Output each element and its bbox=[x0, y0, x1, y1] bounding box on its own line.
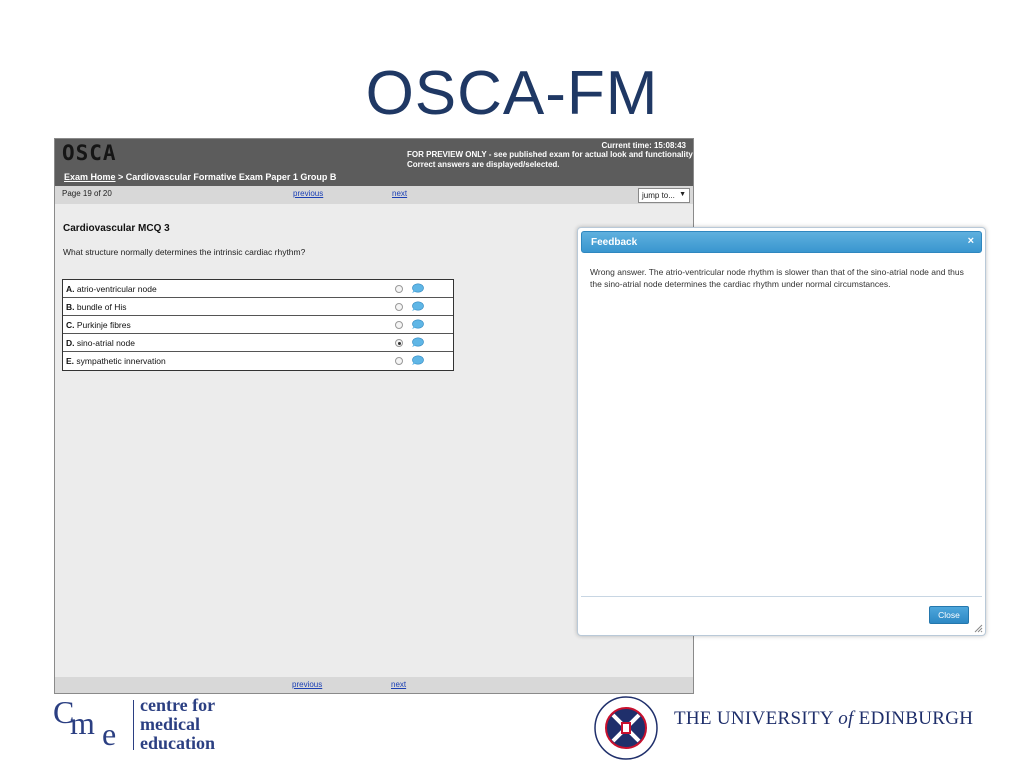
breadcrumb-path: > Cardiovascular Formative Exam Paper 1 … bbox=[118, 172, 337, 182]
next-link[interactable]: next bbox=[392, 189, 407, 198]
previous-link-bottom[interactable]: previous bbox=[292, 680, 322, 689]
question-text: What structure normally determines the i… bbox=[63, 247, 306, 257]
answer-radio[interactable] bbox=[395, 321, 403, 329]
cme-logo-divider bbox=[133, 700, 134, 750]
answer-letter: A. bbox=[66, 284, 75, 294]
feedback-bubble-icon[interactable] bbox=[411, 337, 424, 348]
answer-row[interactable]: D. sino-atrial node bbox=[63, 334, 453, 352]
feedback-bubble-icon[interactable] bbox=[411, 355, 424, 366]
question-title: Cardiovascular MCQ 3 bbox=[63, 223, 170, 234]
answer-letter: E. bbox=[66, 356, 75, 366]
answer-row[interactable]: B. bundle of His bbox=[63, 298, 453, 316]
uoe-name-pre: THE UNIVERSITY bbox=[674, 708, 839, 729]
answer-radio[interactable] bbox=[395, 285, 403, 293]
dialog-divider bbox=[581, 596, 982, 597]
answer-text: sympathetic innervation bbox=[76, 356, 166, 366]
uoe-name-post: EDINBURGH bbox=[853, 708, 974, 729]
answer-row[interactable]: A. atrio-ventricular node bbox=[63, 280, 453, 298]
answer-text: atrio-ventricular node bbox=[76, 284, 157, 294]
bottom-nav-bar: previous next bbox=[55, 677, 693, 693]
answer-text: bundle of His bbox=[76, 302, 127, 312]
uoe-name-of: of bbox=[838, 708, 854, 729]
dialog-titlebar[interactable]: Feedback × bbox=[581, 231, 982, 253]
jump-to-select[interactable]: jump to... ▼ bbox=[638, 188, 690, 203]
answer-letter: C. bbox=[66, 320, 75, 330]
jump-to-value: jump to... bbox=[642, 191, 675, 200]
cme-logo-m: m bbox=[70, 705, 95, 741]
answer-radio[interactable] bbox=[395, 357, 403, 365]
current-time: Current time: 15:08:43 bbox=[601, 141, 686, 150]
feedback-bubble-icon[interactable] bbox=[411, 283, 424, 294]
answer-text: Purkinje fibres bbox=[76, 320, 131, 330]
exam-header: OSCA Current time: 15:08:43 FOR PREVIEW … bbox=[55, 139, 693, 186]
preview-note: FOR PREVIEW ONLY - see published exam fo… bbox=[407, 150, 693, 169]
cme-line-2: medical bbox=[140, 714, 200, 734]
answer-letter: B. bbox=[66, 302, 75, 312]
cme-logo-e: e bbox=[102, 716, 117, 752]
previous-link[interactable]: previous bbox=[293, 189, 323, 198]
feedback-text: Wrong answer. The atrio-ventricular node… bbox=[590, 267, 964, 289]
cme-logo: C m e centre for medical education bbox=[52, 694, 252, 756]
osca-logo: OSCA bbox=[62, 141, 117, 165]
answer-row[interactable]: C. Purkinje fibres bbox=[63, 316, 453, 334]
answer-row[interactable]: E. sympathetic innervation bbox=[63, 352, 453, 370]
feedback-dialog: Feedback × Wrong answer. The atrio-ventr… bbox=[577, 227, 986, 636]
cme-logo-text: centre for medical education bbox=[140, 696, 215, 753]
close-icon[interactable]: × bbox=[968, 235, 974, 247]
feedback-bubble-icon[interactable] bbox=[411, 319, 424, 330]
breadcrumb: Exam Home > Cardiovascular Formative Exa… bbox=[64, 172, 336, 182]
answer-radio[interactable] bbox=[395, 303, 403, 311]
answer-list: A. atrio-ventricular node B. bundle of Hi… bbox=[62, 279, 454, 371]
close-button[interactable]: Close bbox=[929, 606, 969, 624]
feedback-bubble-icon[interactable] bbox=[411, 301, 424, 312]
dialog-title: Feedback bbox=[591, 237, 638, 248]
answer-letter: D. bbox=[66, 338, 75, 348]
answer-radio[interactable] bbox=[395, 339, 403, 347]
answer-text: sino-atrial node bbox=[76, 338, 135, 348]
exam-home-link[interactable]: Exam Home bbox=[64, 172, 116, 182]
university-name: THE UNIVERSITY of EDINBURGH bbox=[674, 708, 973, 730]
cme-line-1: centre for bbox=[140, 695, 216, 715]
chevron-down-icon: ▼ bbox=[679, 191, 686, 198]
slide-title: OSCA-FM bbox=[365, 59, 659, 128]
page-indicator: Page 19 of 20 bbox=[62, 189, 112, 198]
cme-line-3: education bbox=[140, 733, 216, 753]
top-nav-bar: Page 19 of 20 previous next jump to... ▼ bbox=[55, 186, 693, 204]
resize-grip-icon[interactable] bbox=[974, 624, 983, 633]
university-seal-icon bbox=[594, 696, 658, 760]
next-link-bottom[interactable]: next bbox=[391, 680, 406, 689]
